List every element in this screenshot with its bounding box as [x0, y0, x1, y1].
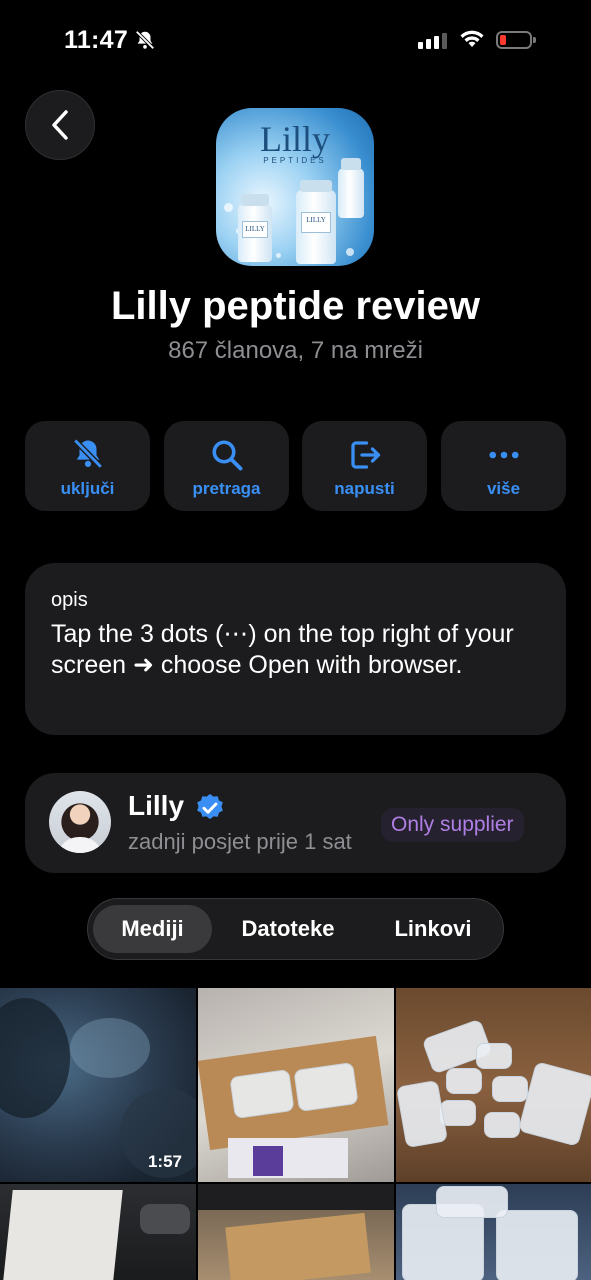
media-tabs: Mediji Datoteke Linkovi [87, 898, 504, 960]
description-label: opis [51, 589, 88, 611]
back-button[interactable] [25, 90, 95, 160]
avatar-logo-text: Lilly [260, 119, 330, 159]
tab-files[interactable]: Datoteke [220, 905, 356, 953]
admin-member-row[interactable]: Lilly zadnji posjet prije 1 sat Only sup… [25, 773, 566, 873]
search-icon [164, 437, 289, 473]
member-count: 867 članova, 7 na mreži [168, 337, 423, 364]
more-button[interactable]: više [441, 421, 566, 511]
media-item-video[interactable]: 1:57 [0, 988, 196, 1182]
admin-name: Lilly [128, 790, 185, 821]
silent-mode-icon [134, 29, 156, 56]
group-title: Lilly peptide review [110, 284, 480, 328]
last-seen-text: zadnji posjet prije 1 sat [128, 829, 352, 854]
avatar [49, 791, 111, 853]
leave-label: napusti [334, 479, 395, 498]
media-item-photo[interactable] [0, 1184, 196, 1280]
leave-icon [302, 437, 427, 473]
chevron-left-icon [52, 110, 68, 140]
status-time: 11:47 [64, 26, 129, 54]
bell-slash-icon [25, 437, 150, 471]
media-item-photo[interactable] [198, 1184, 394, 1280]
group-avatar[interactable]: Lilly PEPTIDES LILLY LILLY [216, 108, 374, 266]
search-button[interactable]: pretraga [164, 421, 289, 511]
media-item-photo[interactable] [198, 988, 394, 1182]
more-icon [441, 437, 566, 473]
battery-icon [496, 31, 536, 49]
media-item-photo[interactable] [396, 988, 591, 1182]
media-item-photo[interactable] [396, 1184, 591, 1280]
verified-badge-icon [197, 794, 223, 820]
unmute-label: uključi [60, 479, 115, 498]
description-card: opis Tap the 3 dots (⋯) on the top right… [25, 563, 566, 735]
role-badge: Only supplier [381, 808, 524, 842]
more-label: više [486, 479, 521, 498]
description-text: Tap the 3 dots (⋯) on the top right of y… [51, 620, 514, 679]
wifi-icon [459, 29, 485, 54]
unmute-button[interactable]: uključi [25, 421, 150, 511]
video-duration: 1:57 [147, 1152, 182, 1171]
tab-media[interactable]: Mediji [93, 905, 212, 953]
tab-links[interactable]: Linkovi [378, 905, 488, 953]
leave-button[interactable]: napusti [302, 421, 427, 511]
cellular-signal-icon [418, 33, 447, 49]
search-label: pretraga [192, 479, 261, 498]
